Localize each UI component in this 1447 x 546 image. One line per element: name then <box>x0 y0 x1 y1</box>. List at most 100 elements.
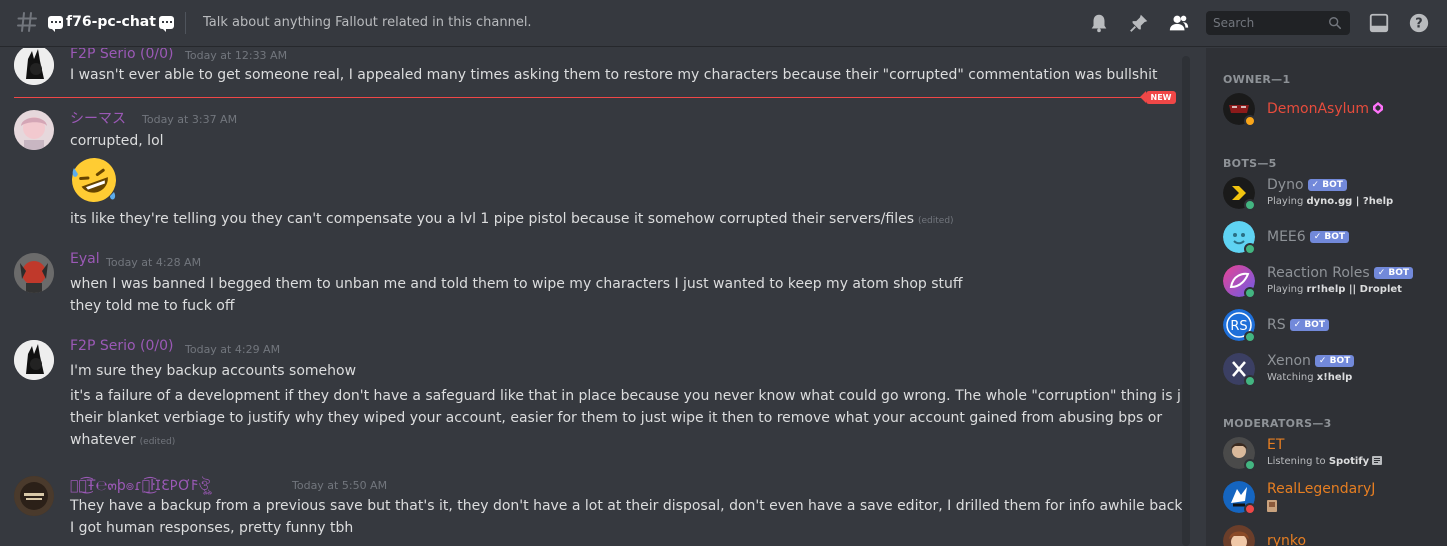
timestamp: Today at 12:33 AM <box>185 49 288 62</box>
search-icon[interactable] <box>1328 16 1342 30</box>
status-online-icon <box>1244 287 1256 299</box>
member-item[interactable]: MEE6 ✓ BOT <box>1206 221 1447 265</box>
timestamp: Today at 3:37 AM <box>142 113 238 126</box>
inbox-icon[interactable] <box>1368 12 1390 34</box>
timestamp: Today at 4:28 AM <box>106 256 202 269</box>
member-list[interactable]: OWNER—1 DemonAsylum BOTS—5 Dyno ✓ BOT Pla… <box>1206 48 1447 546</box>
message-line: whatever <box>70 432 136 448</box>
message-text: corrupted, lol <box>70 133 164 149</box>
member-item[interactable]: Xenon ✓ BOT Watching x!help <box>1206 353 1447 397</box>
activity-name: dyno.gg | ?help <box>1306 196 1394 207</box>
category-moderators: MODERATORS—3 <box>1223 417 1332 430</box>
bot-badge: ✓ BOT <box>1309 231 1350 243</box>
member-item[interactable]: RS RS ✓ BOT <box>1206 309 1447 353</box>
bot-badge: ✓ BOT <box>1314 355 1355 367</box>
edited-tag: (edited) <box>918 216 954 226</box>
channel-header: f76-pc-chat Talk about anything Fallout … <box>0 0 1447 47</box>
channel-name: f76-pc-chat <box>66 14 156 30</box>
bell-icon[interactable] <box>1088 12 1110 34</box>
activity-prefix: Playing <box>1267 284 1307 295</box>
member-activity: Playing dyno.gg | ?help <box>1267 196 1393 207</box>
svg-text:?: ? <box>1415 17 1422 32</box>
message-text: it's a failure of a development if they … <box>70 388 1190 404</box>
member-item[interactable]: RealLegendaryJ <box>1206 481 1447 525</box>
member-item[interactable]: rynko <box>1206 525 1447 546</box>
username[interactable]: F2P Serio (0/0) <box>70 48 173 62</box>
activity-prefix: Playing <box>1267 196 1307 207</box>
avatar[interactable] <box>14 476 54 516</box>
member-name: rynko <box>1267 533 1307 546</box>
member-item[interactable]: Reaction Roles ✓ BOT Playing rr!help || D… <box>1206 265 1447 309</box>
status-dnd-icon <box>1244 503 1256 515</box>
member-name: Xenon ✓ BOT <box>1267 353 1355 369</box>
rich-presence-icon <box>1372 456 1383 465</box>
message-text: I'm sure they backup accounts somehow <box>70 363 357 379</box>
avatar[interactable] <box>14 48 54 85</box>
member-name: MEE6 ✓ BOT <box>1267 229 1350 245</box>
avatar-image <box>14 340 54 380</box>
member-name: Dyno ✓ BOT <box>1267 177 1347 193</box>
member-name: ET <box>1267 437 1285 453</box>
activity-name: x!help <box>1316 372 1353 383</box>
bot-badge: ✓ BOT <box>1373 267 1414 279</box>
username[interactable]: シーマス <box>70 108 126 128</box>
avatar[interactable] <box>14 110 54 150</box>
help-icon[interactable]: ? <box>1408 12 1430 34</box>
message-text: I wasn't ever able to get someone real, … <box>70 67 1158 83</box>
member-name-text: Xenon <box>1267 353 1311 369</box>
channel-topic: Talk about anything Fallout related in t… <box>203 15 532 30</box>
member-item[interactable]: ET Listening to Spotify <box>1206 437 1447 481</box>
new-messages-divider <box>14 97 1176 98</box>
activity-prefix: Watching <box>1267 372 1317 383</box>
activity-name: rr!help || Droplet <box>1306 284 1402 295</box>
member-name-text: DemonAsylum <box>1267 101 1370 117</box>
message-text: They have a backup from a previous save … <box>70 498 1190 514</box>
avatar-image <box>14 48 54 85</box>
bot-label: BOT <box>1329 356 1351 366</box>
search-input[interactable] <box>1206 11 1326 35</box>
avatar-image <box>14 253 54 293</box>
bot-label: BOT <box>1388 268 1410 278</box>
member-name-text: Dyno <box>1267 177 1304 193</box>
message-text: when I was banned I begged them to unban… <box>70 276 963 292</box>
bot-label: BOT <box>1324 232 1346 242</box>
speech-bubble-icon <box>48 15 63 32</box>
nitro-boost-icon <box>1373 102 1384 114</box>
status-idle-icon <box>1244 115 1256 127</box>
search-box[interactable] <box>1206 11 1350 35</box>
activity-prefix: Listening to <box>1267 456 1329 467</box>
hash-icon <box>17 12 37 32</box>
message-line: its like they're telling you they can't … <box>70 211 914 227</box>
avatar[interactable] <box>1223 525 1255 546</box>
username[interactable]: F2P Serio (0/0) <box>70 338 173 354</box>
member-name: DemonAsylum <box>1267 101 1384 117</box>
member-item[interactable]: DemonAsylum <box>1206 93 1447 137</box>
new-badge: NEW <box>1140 91 1176 104</box>
status-online-icon <box>1244 199 1256 211</box>
bot-label: BOT <box>1304 320 1325 330</box>
header-divider <box>185 12 186 34</box>
edited-tag: (edited) <box>139 437 176 447</box>
status-online-icon <box>1244 375 1256 387</box>
member-item[interactable]: Dyno ✓ BOT Playing dyno.gg | ?help <box>1206 177 1447 221</box>
username[interactable]: Eyal <box>70 251 100 267</box>
member-name: RealLegendaryJ <box>1267 481 1376 497</box>
rofl-emoji <box>72 158 116 202</box>
members-icon[interactable] <box>1168 12 1190 34</box>
member-name-text: Reaction Roles <box>1267 265 1370 281</box>
bot-label: BOT <box>1322 180 1343 190</box>
status-online-icon <box>1244 243 1256 255</box>
avatar[interactable] <box>14 253 54 293</box>
message-text: its like they're telling you they can't … <box>70 208 954 232</box>
category-bots: BOTS—5 <box>1223 157 1277 170</box>
timestamp: Today at 5:50 AM <box>292 479 388 492</box>
message-list[interactable]: F2P Serio (0/0) Today at 12:33 AM I wasn… <box>0 48 1190 546</box>
member-activity: Watching x!help <box>1267 372 1352 383</box>
message-text: whatever (edited) <box>70 429 175 453</box>
scrollbar[interactable] <box>1182 56 1190 546</box>
channel-title: f76-pc-chat <box>48 14 174 32</box>
pin-icon[interactable] <box>1128 12 1150 34</box>
avatar[interactable] <box>14 340 54 380</box>
member-name-text: MEE6 <box>1267 229 1306 245</box>
message-text: I got human responses, pretty funny tbh <box>70 520 354 536</box>
